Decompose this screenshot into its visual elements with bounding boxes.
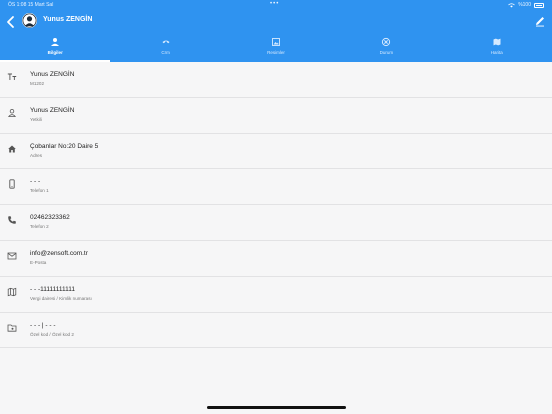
phone-icon [8, 216, 16, 224]
edit-icon[interactable] [534, 15, 546, 27]
wifi-icon [508, 2, 515, 7]
field-label: Vergi dairesi / Kimlik numarası [30, 295, 92, 301]
map-icon [7, 287, 17, 297]
field-label: Telefon 1 [30, 188, 49, 194]
mail-icon [7, 252, 17, 260]
list-item[interactable]: info@zensoft.com.tr E-Posta [0, 241, 552, 277]
tab-durum[interactable]: Durum [331, 34, 441, 62]
field-label: E-Posta [30, 259, 47, 265]
field-label: Telefon 2 [30, 224, 49, 230]
field-value: Yunus ZENGİN [30, 71, 75, 78]
list-item[interactable]: - - - | - - - Özel kod / Özel kod 2 [0, 313, 552, 349]
back-icon[interactable] [5, 15, 17, 29]
status-right: %100 [508, 2, 544, 8]
tab-bar: Bilgiler Crm Resimler Durum Harita [0, 34, 552, 62]
tab-harita[interactable]: Harita [442, 34, 552, 62]
contact-avatar-icon [22, 13, 37, 28]
tab-bilgiler[interactable]: Bilgiler [0, 34, 111, 62]
person-icon [51, 38, 60, 46]
home-indicator[interactable] [207, 406, 346, 409]
tab-label: Harita [490, 50, 503, 55]
info-list: Yunus ZENGİN M1202 Yunus ZENGİN Yetkili … [0, 62, 552, 349]
tab-label: Crm [161, 50, 170, 55]
avatar [22, 13, 37, 28]
field-value: - - - [30, 178, 41, 186]
person-icon [7, 108, 17, 117]
field-value: info@zensoft.com.tr [30, 249, 88, 257]
multitask-dots[interactable]: ••• [270, 1, 279, 7]
status-bar: ÖS 1:08 15 Mart Sal ••• %100 [0, 0, 552, 10]
tab-crm[interactable]: Crm [110, 34, 220, 62]
tab-label: Durum [379, 50, 394, 55]
field-value: Çobanlar No:20 Daire 5 [30, 142, 99, 150]
app-header: ÖS 1:08 15 Mart Sal ••• %100 Yunus ZENGİ… [0, 0, 552, 62]
text-format-icon [7, 73, 17, 80]
field-label: Yetkili [30, 116, 42, 122]
field-value: 02462323362 [30, 214, 70, 222]
list-item[interactable]: Çobanlar No:20 Daire 5 Adres [0, 134, 552, 170]
list-item[interactable]: - - - Telefon 1 [0, 169, 552, 206]
tab-label: Resimler [267, 50, 285, 55]
list-item[interactable]: 02462323362 Telefon 2 [0, 205, 552, 241]
phone-icon [162, 40, 170, 44]
battery-percent: %100 [518, 2, 531, 8]
tab-resimler[interactable]: Resimler [221, 34, 331, 62]
folder-icon [7, 324, 17, 332]
battery-icon [534, 2, 544, 8]
list-item[interactable]: Yunus ZENGİN Yetkili [0, 98, 552, 134]
page-title: Yunus ZENGİN [43, 16, 93, 23]
tab-label: Bilgiler [47, 50, 63, 55]
field-value: Yunus ZENGİN [30, 106, 75, 114]
title-bar: Yunus ZENGİN [0, 10, 552, 34]
image-icon [272, 38, 280, 46]
field-value: - - - | - - - [30, 321, 56, 329]
map-icon [493, 38, 501, 46]
status-time-date: ÖS 1:08 15 Mart Sal [8, 2, 54, 8]
field-label: Özel kod / Özel kod 2 [30, 331, 74, 337]
field-value: - - -11111111111 [30, 285, 76, 293]
field-label: Adres [30, 152, 43, 158]
mobile-phone-icon [9, 179, 15, 190]
home-icon [8, 145, 16, 153]
list-item[interactable]: - - -11111111111 Vergi dairesi / Kimlik … [0, 277, 552, 313]
status-icon [382, 37, 391, 47]
field-label: M1202 [30, 81, 45, 86]
list-item[interactable]: Yunus ZENGİN M1202 [0, 62, 552, 98]
